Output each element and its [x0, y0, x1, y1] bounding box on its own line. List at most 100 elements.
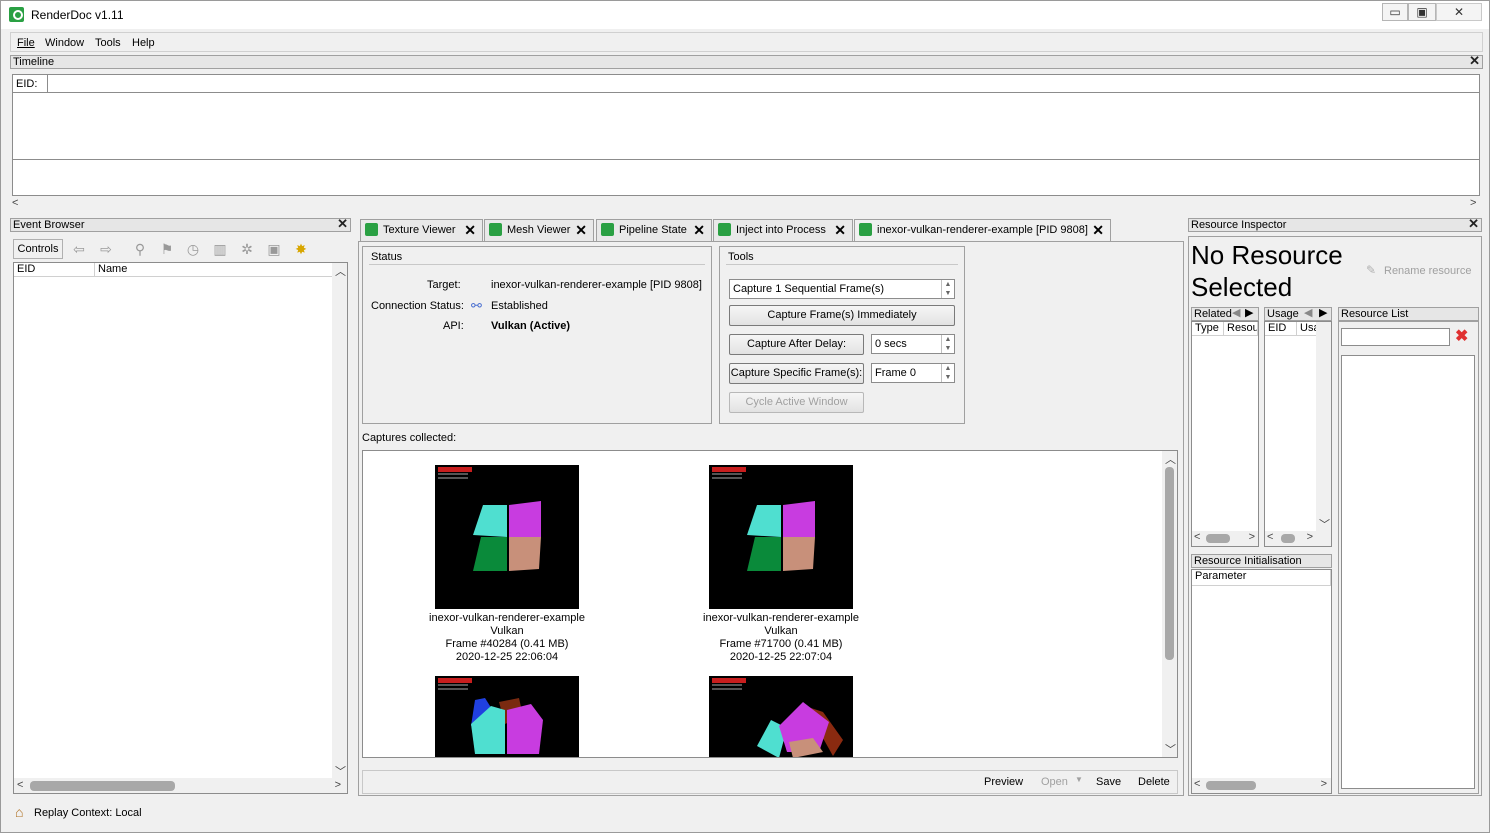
related-next-icon[interactable]: ▶	[1245, 306, 1253, 319]
capture-thumbnail[interactable]	[435, 676, 579, 757]
timeline-divider	[13, 159, 1479, 160]
event-browser-close-icon[interactable]: ✕	[337, 217, 348, 230]
event-browser-title: Event Browser	[13, 219, 85, 231]
spin-arrows-icon[interactable]: ▲ ▼	[941, 335, 954, 353]
target-label: Target:	[427, 279, 461, 291]
capture-thumbnail[interactable]	[709, 676, 853, 757]
spin-arrows-icon[interactable]: ▲ ▼	[941, 364, 954, 382]
capture-thumbnail[interactable]	[709, 465, 853, 609]
puzzle-icon[interactable]: ✸	[293, 241, 309, 257]
tab-close-icon[interactable]: ✕	[1092, 220, 1104, 240]
save-icon[interactable]: ▣	[266, 241, 282, 257]
tab-close-icon[interactable]: ✕	[575, 220, 587, 240]
arrow-right-icon[interactable]: ⇨	[98, 241, 114, 257]
event-list[interactable]: EID Name ︿ ﹀ < >	[13, 262, 348, 794]
timeline-ruler[interactable]	[48, 75, 1479, 93]
timeline-scroll-left-icon[interactable]: <	[12, 197, 18, 209]
captures-list[interactable]: inexor-vulkan-renderer-example Vulkan Fram…	[362, 450, 1178, 758]
capture-specific-frames-button[interactable]: Capture Specific Frame(s):	[729, 363, 864, 384]
capture-item-1[interactable]: inexor-vulkan-renderer-example Vulkan Fram…	[407, 612, 607, 664]
arrow-left-icon[interactable]: ⇦	[71, 241, 87, 257]
binoculars-icon[interactable]: ⚲	[132, 241, 148, 257]
tab-close-icon[interactable]: ✕	[464, 220, 476, 240]
usage-next-icon[interactable]: ▶	[1319, 306, 1327, 319]
capture-thumbnail-image	[438, 678, 543, 754]
spin-arrows-icon[interactable]: ▲ ▼	[941, 280, 954, 298]
init-params-hscroll[interactable]: < >	[1192, 778, 1331, 793]
usage-vscroll[interactable]: ﹀	[1316, 322, 1331, 532]
resource-list-header: Resource List	[1338, 307, 1479, 321]
renderdoc-tab-icon	[489, 223, 502, 236]
replay-context-status[interactable]: Replay Context: Local	[34, 807, 142, 819]
event-list-vscroll[interactable]: ︿ ﹀	[332, 263, 347, 779]
dropdown-arrow-icon[interactable]: ▼	[1075, 775, 1083, 784]
menu-file[interactable]: File	[17, 37, 35, 49]
capture-thumbnail-image	[712, 678, 843, 757]
open-button[interactable]: Open	[1041, 776, 1068, 788]
renderdoc-tab-icon	[859, 223, 872, 236]
related-list[interactable]: Type Resou < >	[1191, 321, 1259, 547]
capture-immediately-button[interactable]: Capture Frame(s) Immediately	[729, 305, 955, 326]
tab-mesh-viewer[interactable]: Mesh Viewer ✕	[484, 219, 594, 241]
timeline-area[interactable]: EID:	[12, 74, 1480, 196]
usage-column-header[interactable]: Usa	[1297, 322, 1317, 336]
capture-thumbnail[interactable]	[435, 465, 579, 609]
capture-after-delay-button[interactable]: Capture After Delay:	[729, 334, 864, 355]
chart-icon[interactable]: ▥	[212, 241, 228, 257]
resource-column-header[interactable]: Resou	[1224, 322, 1258, 336]
resource-filter-input[interactable]	[1341, 328, 1450, 346]
controls-button[interactable]: Controls	[13, 239, 63, 259]
menu-help[interactable]: Help	[132, 37, 155, 49]
home-icon: ⌂	[15, 804, 24, 820]
tab-inject-into-process[interactable]: Inject into Process ✕	[713, 219, 853, 241]
main-window: RenderDoc v1.11 ▭ ▣ ✕ File Window Tools …	[0, 0, 1490, 833]
minimize-button[interactable]: ▭	[1382, 3, 1408, 21]
related-hscroll[interactable]: < >	[1192, 531, 1258, 546]
tab-texture-viewer[interactable]: Texture Viewer ✕	[360, 219, 483, 241]
clear-filter-icon[interactable]: ✖	[1455, 326, 1468, 346]
capture-item-2[interactable]: inexor-vulkan-renderer-example Vulkan Fram…	[681, 612, 881, 664]
no-resource-heading: No Resource Selected	[1191, 240, 1343, 302]
eid-label: EID:	[13, 75, 48, 93]
tab-live-capture[interactable]: inexor-vulkan-renderer-example [PID 9808…	[854, 219, 1111, 242]
captures-collected-label: Captures collected:	[362, 432, 457, 444]
eid-column-header[interactable]: EID	[14, 263, 95, 277]
rename-resource-button[interactable]: Rename resource	[1384, 265, 1471, 277]
capture-sequential-spinbox[interactable]: Capture 1 Sequential Frame(s) ▲ ▼	[729, 279, 955, 299]
tab-close-icon[interactable]: ✕	[693, 220, 705, 240]
gear-icon[interactable]: ✲	[239, 241, 255, 257]
frame-spinbox[interactable]: Frame 0 ▲ ▼	[871, 363, 955, 383]
delete-button[interactable]: Delete	[1138, 776, 1170, 788]
type-column-header[interactable]: Type	[1192, 322, 1224, 336]
timeline-scroll-right-icon[interactable]: >	[1470, 197, 1476, 209]
init-params-list[interactable]: Parameter < >	[1191, 569, 1332, 794]
usage-hscroll[interactable]: < >	[1265, 531, 1331, 546]
menu-tools[interactable]: Tools	[95, 37, 121, 49]
timeline-close-icon[interactable]: ✕	[1469, 54, 1480, 67]
save-button[interactable]: Save	[1096, 776, 1121, 788]
window-title: RenderDoc v1.11	[31, 8, 124, 22]
tab-close-icon[interactable]: ✕	[834, 220, 846, 240]
close-button[interactable]: ✕	[1436, 3, 1482, 21]
api-label: API:	[443, 320, 464, 332]
preview-button[interactable]: Preview	[984, 776, 1023, 788]
name-column-header[interactable]: Name	[95, 263, 335, 277]
parameter-column-header[interactable]: Parameter	[1192, 570, 1331, 586]
usage-list[interactable]: EID Usa ﹀ <>	[1264, 321, 1332, 547]
related-prev-icon[interactable]: ◀	[1232, 306, 1240, 319]
cycle-active-window-button[interactable]: Cycle Active Window	[729, 392, 864, 413]
clock-icon[interactable]: ◷	[185, 241, 201, 257]
resource-inspector-close-icon[interactable]: ✕	[1468, 217, 1479, 230]
eid-column-header[interactable]: EID	[1265, 322, 1297, 336]
delay-spinbox[interactable]: 0 secs ▲ ▼	[871, 334, 955, 354]
event-list-hscroll[interactable]: < >	[14, 778, 347, 793]
resource-list[interactable]	[1341, 355, 1475, 789]
flag-icon[interactable]: ⚑	[159, 241, 175, 257]
tab-pipeline-state[interactable]: Pipeline State ✕	[596, 219, 712, 241]
maximize-button[interactable]: ▣	[1408, 3, 1436, 21]
menu-bar: File Window Tools Help	[10, 32, 1483, 52]
menu-window[interactable]: Window	[45, 37, 84, 49]
usage-prev-icon[interactable]: ◀	[1304, 306, 1312, 319]
captures-vscroll[interactable]: ︿ ﹀	[1162, 451, 1177, 757]
api-value: Vulkan (Active)	[491, 320, 571, 332]
